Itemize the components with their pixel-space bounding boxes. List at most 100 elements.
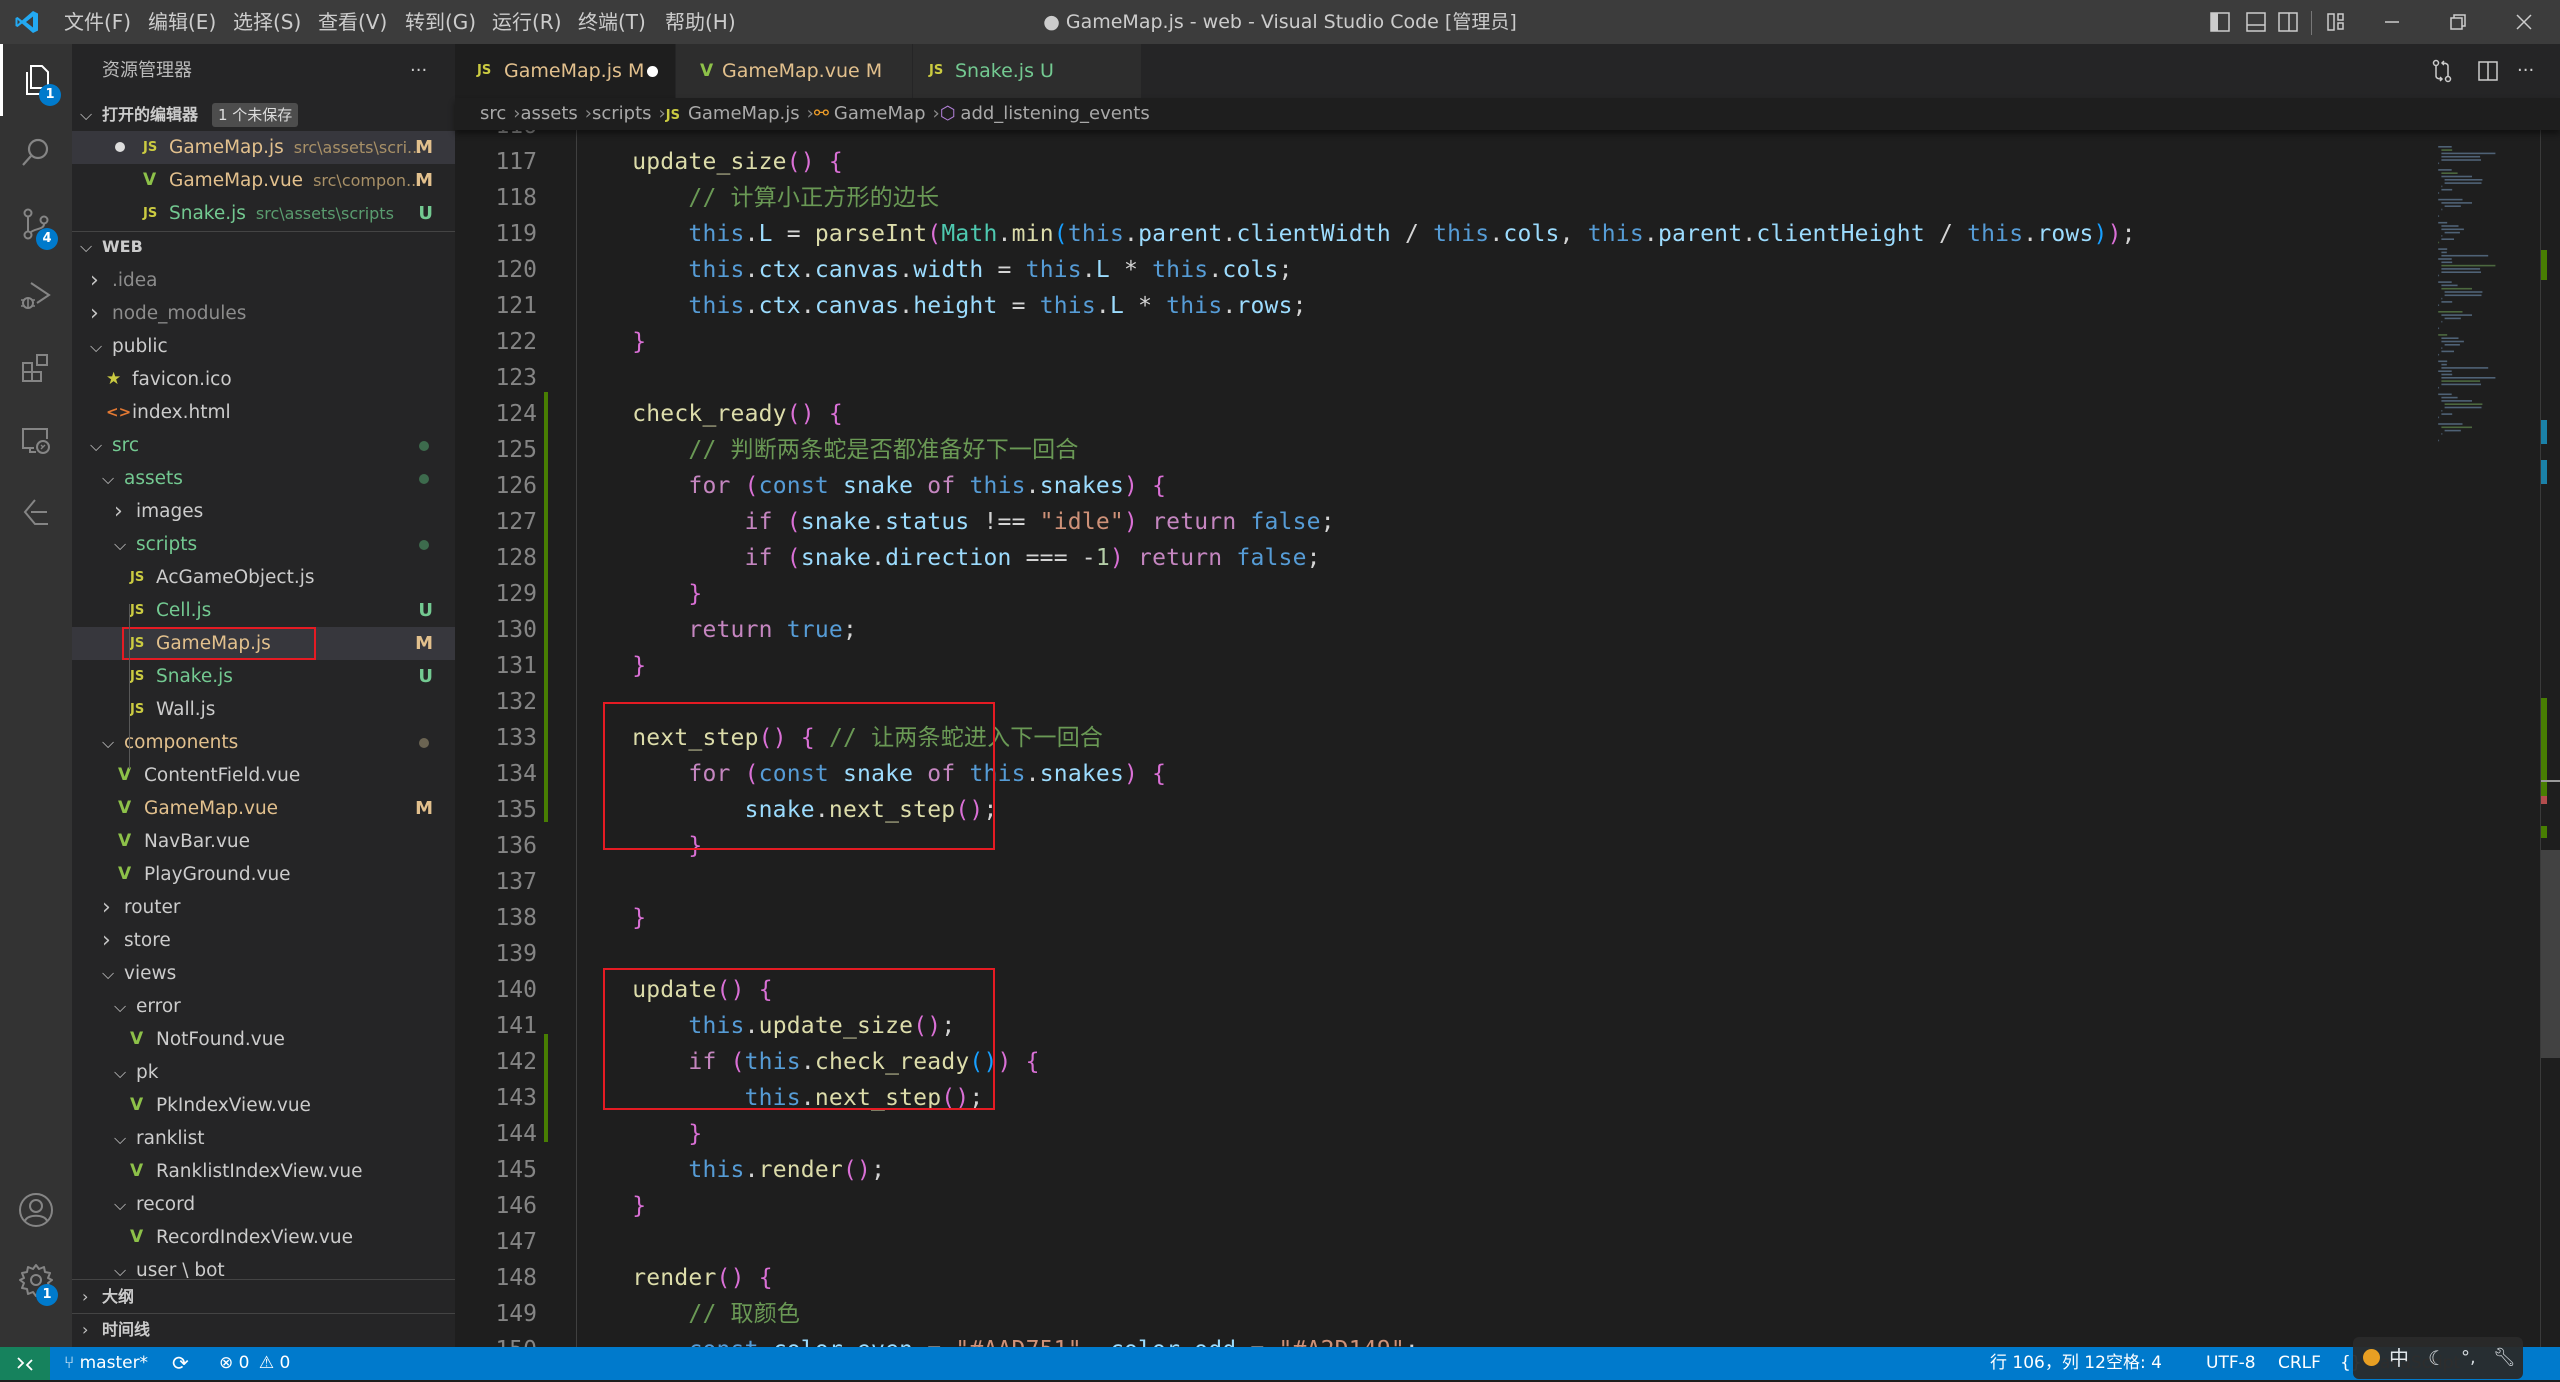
encoding[interactable]: UTF-8 [2206, 1347, 2256, 1380]
tab-gamemap-js[interactable]: JS GameMap.js M [455, 44, 675, 98]
tree-file[interactable]: V PkIndexView.vue [72, 1089, 455, 1122]
tree-folder[interactable]: ⌵ ranklist [72, 1122, 455, 1155]
menu-run[interactable]: 运行(R) [492, 0, 562, 44]
breadcrumb-item[interactable]: add_listening_events [960, 103, 1149, 124]
activity-gitlens[interactable] [0, 476, 72, 548]
menu-terminal[interactable]: 终端(T) [578, 0, 646, 44]
toggle-secondary-sidebar-button[interactable] [2268, 0, 2308, 44]
open-editor-item[interactable]: JS Snake.js src\assets\scripts U [72, 197, 455, 230]
activity-search[interactable] [0, 116, 72, 188]
code-line[interactable]: } [576, 324, 646, 360]
activity-source-control[interactable]: 4 [0, 188, 72, 260]
outline-header[interactable]: › 大纲 [72, 1282, 455, 1312]
tree-file[interactable]: V GameMap.vue M [72, 792, 455, 825]
code-line[interactable]: update_size() { [576, 144, 843, 180]
code-line[interactable]: } [576, 576, 702, 612]
tree-file[interactable]: V NavBar.vue [72, 825, 455, 858]
code-line[interactable]: return true; [576, 612, 857, 648]
tree-folder[interactable]: › router [72, 891, 455, 924]
breadcrumb-item[interactable]: assets [520, 103, 577, 124]
breadcrumb-item[interactable]: GameMap [834, 103, 926, 124]
tree-file[interactable]: JS AcGameObject.js [72, 561, 455, 594]
menu-goto[interactable]: 转到(G) [405, 0, 476, 44]
code-line[interactable]: this.ctx.canvas.width = this.L * this.co… [576, 252, 1293, 288]
activity-accounts[interactable] [0, 1174, 72, 1246]
code-line[interactable]: render() { [576, 1260, 773, 1296]
wrench-icon[interactable]: 🔧︎ [2493, 1337, 2516, 1379]
remote-indicator-button[interactable] [0, 1347, 50, 1380]
ime-logo-icon[interactable] [2363, 1349, 2380, 1366]
code-line[interactable]: check_ready() { [576, 396, 843, 432]
minimap[interactable] [2410, 130, 2510, 1347]
code-editor[interactable]: 116 117 update_size() {118 // 计算小正方形的边长 11… [455, 130, 2560, 1347]
toggle-primary-sidebar-button[interactable] [2200, 0, 2240, 44]
menu-edit[interactable]: 编辑(E) [148, 0, 216, 44]
git-branch-button[interactable]: ⑂ master* [64, 1347, 148, 1380]
tree-folder[interactable]: › node_modules [72, 297, 455, 330]
menu-help[interactable]: 帮助(H) [665, 0, 736, 44]
tree-folder[interactable]: ⌵ public [72, 330, 455, 363]
problems-button[interactable]: ⊗ 0 ⚠ 0 [219, 1347, 290, 1380]
close-window-button[interactable] [2494, 0, 2554, 44]
tree-folder[interactable]: ⌵ pk [72, 1056, 455, 1089]
tree-folder[interactable]: › .idea [72, 264, 455, 297]
workspace-header[interactable]: ⌵ WEB [72, 232, 455, 262]
breadcrumb-item[interactable]: scripts [592, 103, 652, 124]
customize-layout-button[interactable] [2316, 0, 2356, 44]
ime-language-toggle[interactable]: 中 [2389, 1337, 2409, 1379]
tree-file[interactable]: V RecordIndexView.vue [72, 1221, 455, 1254]
code-line[interactable]: // 取颜色 [576, 1296, 800, 1332]
tree-folder[interactable]: › store [72, 924, 455, 957]
split-editor-button[interactable] [2475, 58, 2501, 84]
code-line[interactable]: } [576, 1116, 702, 1152]
sync-button[interactable]: ⟳ [172, 1347, 189, 1380]
code-line[interactable]: } [576, 900, 646, 936]
tree-file[interactable]: ★ favicon.ico [72, 363, 455, 396]
explorer-more-actions-button[interactable]: ··· [410, 44, 427, 98]
activity-remote-explorer[interactable] [0, 404, 72, 476]
menu-selection[interactable]: 选择(S) [233, 0, 301, 44]
tab-gamemap-vue[interactable]: V GameMap.vue M [675, 44, 912, 98]
breadcrumb-item[interactable]: GameMap.js [688, 103, 800, 124]
code-line[interactable]: if (snake.status !== "idle") return fals… [576, 504, 1335, 540]
tree-file[interactable]: V PlayGround.vue [72, 858, 455, 891]
scrollbar-thumb[interactable] [2541, 850, 2560, 1058]
breadcrumb-item[interactable]: src [480, 103, 506, 124]
tab-snake-js[interactable]: JS Snake.js U [912, 44, 1141, 98]
open-editor-item[interactable]: JS GameMap.js src\assets\scri... M [72, 131, 455, 164]
open-editors-header[interactable]: ⌵ 打开的编辑器 1 个未保存 [72, 100, 455, 130]
end-of-line[interactable]: CRLF [2278, 1347, 2321, 1380]
code-line[interactable]: } [576, 1188, 646, 1224]
timeline-header[interactable]: › 时间线 [72, 1315, 455, 1345]
tree-file[interactable]: <> index.html [72, 396, 455, 429]
minimize-button[interactable] [2362, 0, 2422, 44]
cursor-position[interactable]: 行 106，列 12 [1990, 1347, 2106, 1380]
moon-icon[interactable]: ☾ [2428, 1337, 2446, 1379]
code-line[interactable]: this.ctx.canvas.height = this.L * this.r… [576, 288, 1307, 324]
code-line[interactable]: const color_even = "#AAD751", color_odd … [576, 1332, 1419, 1347]
code-line[interactable]: this.L = parseInt(Math.min(this.parent.c… [576, 216, 2136, 252]
menu-file[interactable]: 文件(F) [64, 0, 131, 44]
vertical-scrollbar[interactable] [2540, 130, 2560, 1347]
code-line[interactable]: for (const snake of this.snakes) { [576, 468, 1166, 504]
activity-run-debug[interactable] [0, 260, 72, 332]
menu-view[interactable]: 查看(V) [318, 0, 387, 44]
open-changes-button[interactable] [2430, 58, 2456, 84]
tree-folder[interactable]: ⌵ src [72, 429, 455, 462]
punctuation-icon[interactable]: °, [2461, 1337, 2476, 1379]
code-line[interactable]: } [576, 648, 646, 684]
code-line[interactable]: // 判断两条蛇是否都准备好下一回合 [576, 432, 1079, 468]
tree-folder[interactable]: ⌵ views [72, 957, 455, 990]
tree-folder[interactable]: ⌵ scripts [72, 528, 455, 561]
tree-folder[interactable]: ⌵ error [72, 990, 455, 1023]
unsaved-dot-icon[interactable] [647, 66, 658, 77]
tree-folder[interactable]: ⌵ record [72, 1188, 455, 1221]
tree-file[interactable]: V RanklistIndexView.vue [72, 1155, 455, 1188]
activity-explorer[interactable]: 1 [0, 44, 72, 116]
code-line[interactable]: // 计算小正方形的边长 [576, 180, 939, 216]
editor-more-actions-button[interactable]: ··· [2517, 44, 2534, 98]
indentation[interactable]: 空格: 4 [2106, 1347, 2162, 1380]
tree-folder[interactable]: ⌵ assets [72, 462, 455, 495]
code-line[interactable]: this.render(); [576, 1152, 885, 1188]
restore-button[interactable] [2428, 0, 2488, 44]
